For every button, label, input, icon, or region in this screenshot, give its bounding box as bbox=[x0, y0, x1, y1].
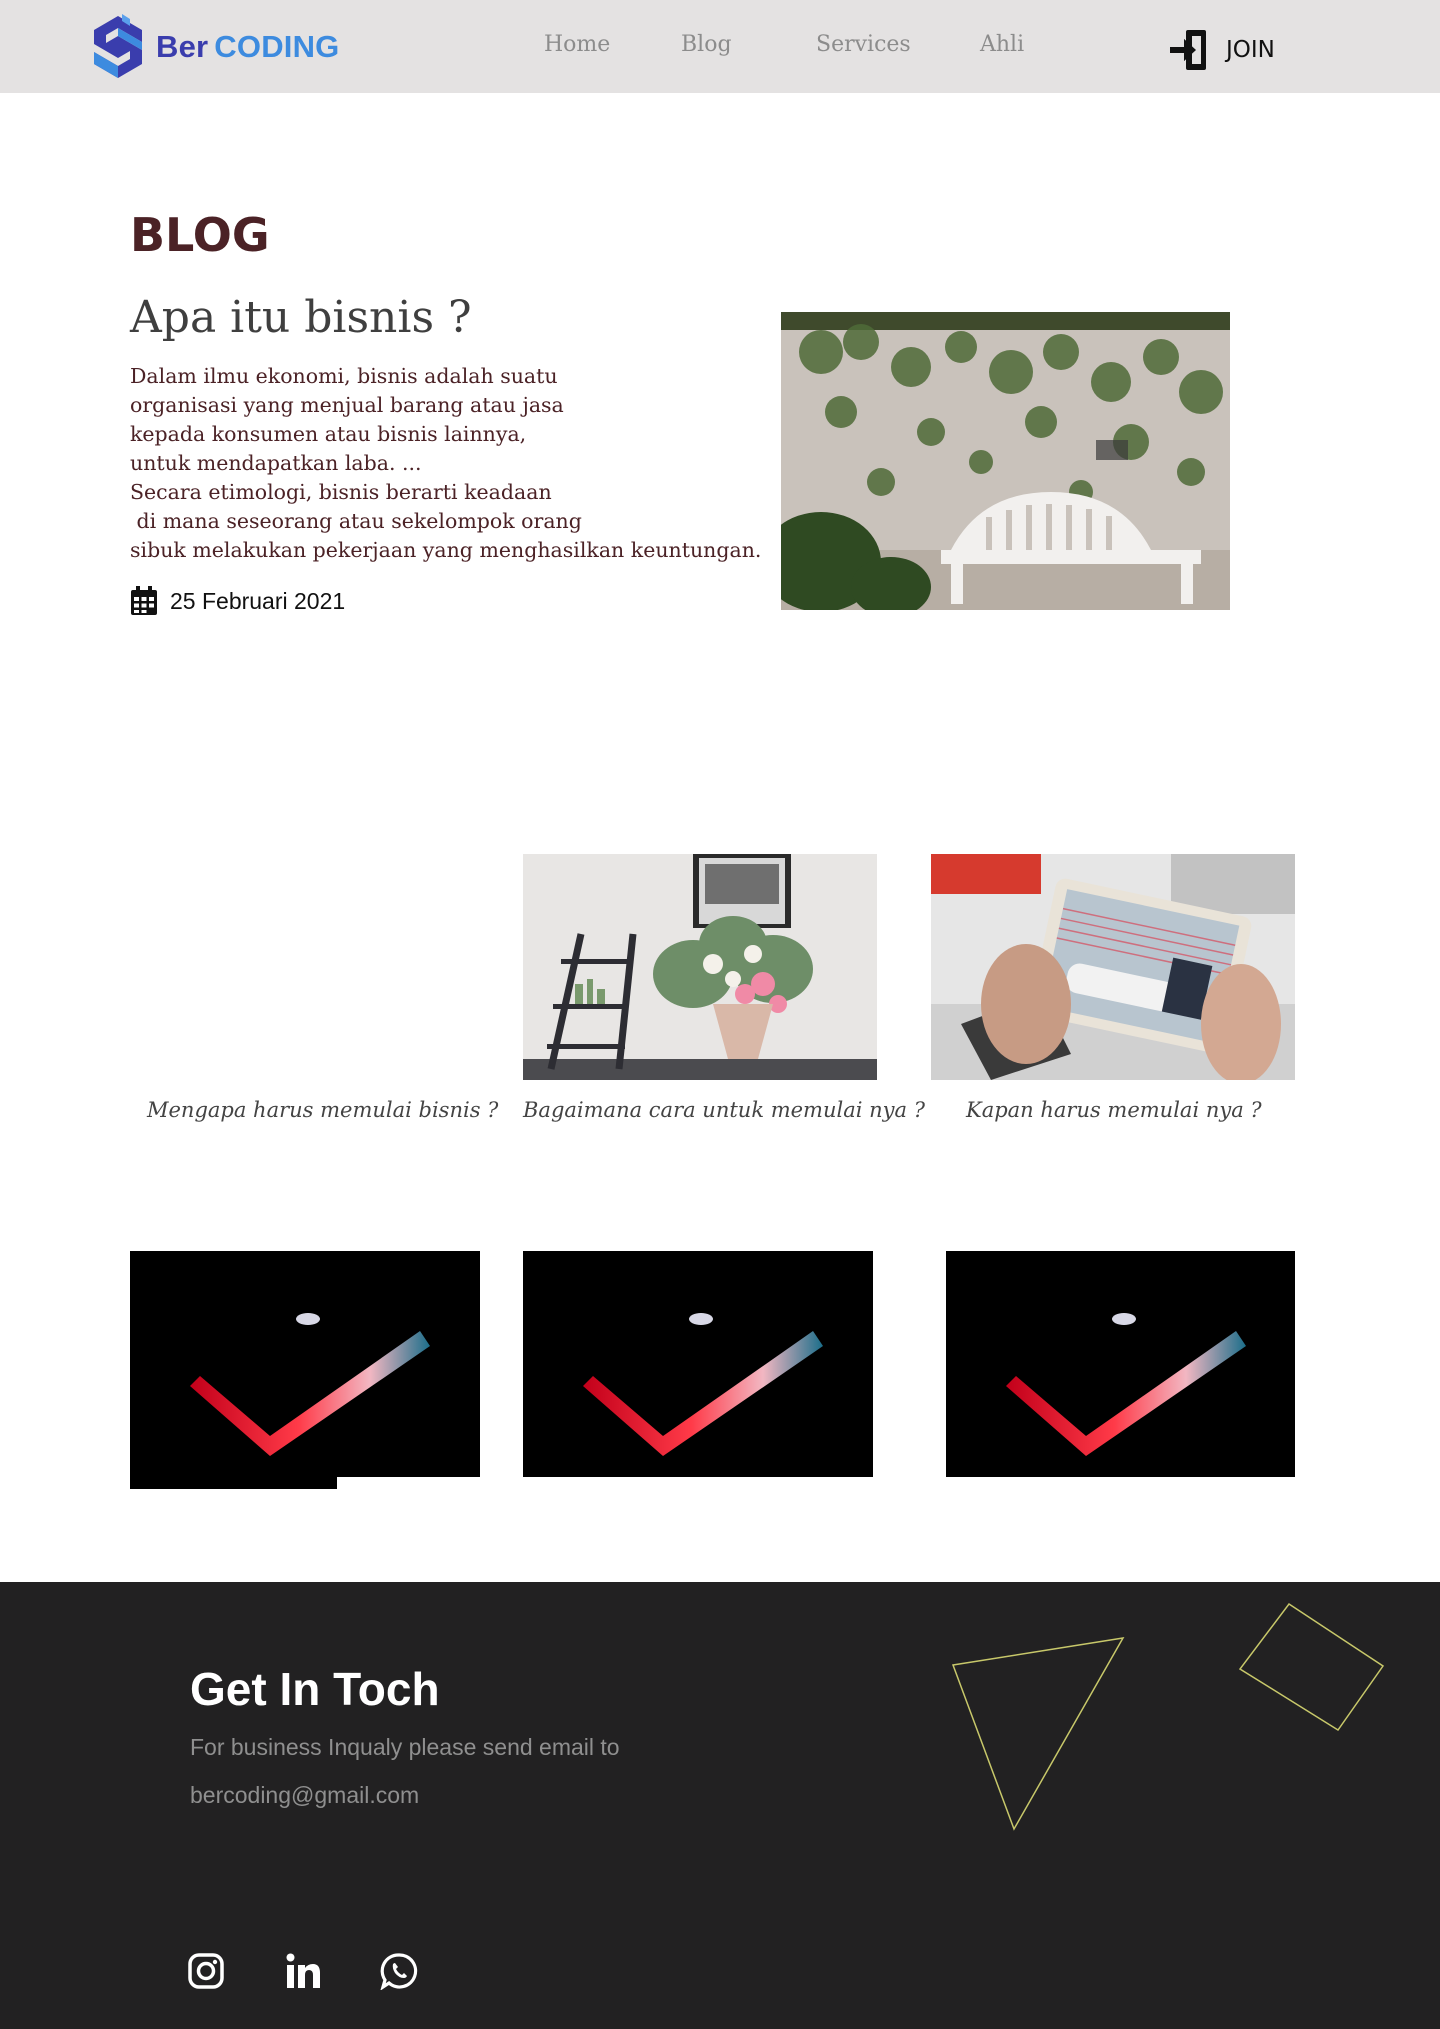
join-label: JOIN bbox=[1226, 37, 1275, 63]
article-body-line: untuk mendapatkan laba. ... bbox=[130, 451, 422, 475]
nav-link-home[interactable]: Home bbox=[544, 32, 610, 57]
navbar: Ber CODING Home Blog Services Ahli JOIN bbox=[0, 0, 1440, 93]
logo-text: Ber CODING bbox=[156, 29, 340, 65]
logo-text-coding: CODING bbox=[214, 29, 340, 64]
join-button[interactable]: JOIN bbox=[1168, 28, 1275, 72]
article-date: 25 Februari 2021 bbox=[130, 586, 345, 616]
card-image-4[interactable] bbox=[130, 1251, 480, 1489]
footer: Get In Toch For business Inqualy please … bbox=[0, 1582, 1440, 2029]
article-body-line: organisasi yang menjual barang atau jasa bbox=[130, 393, 564, 417]
nav-link-blog[interactable]: Blog bbox=[681, 32, 732, 57]
card-image-3[interactable] bbox=[931, 854, 1295, 1080]
logo[interactable]: Ber CODING bbox=[88, 12, 340, 82]
footer-email[interactable]: bercoding@gmail.com bbox=[190, 1782, 419, 1809]
card-caption-1[interactable]: Mengapa harus memulai bisnis ? bbox=[147, 1098, 498, 1122]
article-body-line: sibuk melakukan pekerjaan yang menghasil… bbox=[130, 538, 762, 562]
page-title: BLOG bbox=[130, 208, 270, 262]
article-body-line: di mana seseorang atau sekelompok orang bbox=[130, 509, 582, 533]
card-image-2[interactable] bbox=[523, 854, 877, 1080]
card-caption-2[interactable]: Bagaimana cara untuk memulai nya ? bbox=[523, 1098, 925, 1122]
footer-title: Get In Toch bbox=[190, 1663, 440, 1715]
article-body-line: kepada konsumen atau bisnis lainnya, bbox=[130, 422, 527, 446]
nav-link-ahli[interactable]: Ahli bbox=[980, 32, 1024, 57]
logo-cube-icon bbox=[94, 14, 142, 78]
card-image-5[interactable] bbox=[523, 1251, 873, 1477]
whatsapp-icon[interactable] bbox=[380, 1952, 418, 1991]
article-body: Dalam ilmu ekonomi, bisnis adalah suatu … bbox=[130, 362, 762, 565]
card-image-6[interactable] bbox=[946, 1251, 1295, 1477]
instagram-icon[interactable] bbox=[187, 1952, 225, 1990]
card-caption-3[interactable]: Kapan harus memulai nya ? bbox=[966, 1098, 1262, 1122]
article-body-line: Dalam ilmu ekonomi, bisnis adalah suatu bbox=[130, 364, 558, 388]
article-date-text: 25 Februari 2021 bbox=[170, 587, 346, 614]
article-body-line: Secara etimologi, bisnis berarti keadaan bbox=[130, 480, 552, 504]
footer-subtitle: For business Inqualy please send email t… bbox=[190, 1734, 620, 1760]
nav-link-services[interactable]: Services bbox=[816, 32, 911, 57]
card-image-1[interactable] bbox=[130, 854, 480, 1080]
article-title[interactable]: Apa itu bisnis ? bbox=[130, 292, 472, 343]
logo-text-ber: Ber bbox=[156, 29, 209, 64]
linkedin-icon[interactable] bbox=[284, 1952, 322, 1990]
sign-in-icon bbox=[1170, 30, 1206, 70]
calendar-icon bbox=[131, 586, 157, 615]
article-image[interactable] bbox=[781, 312, 1230, 610]
